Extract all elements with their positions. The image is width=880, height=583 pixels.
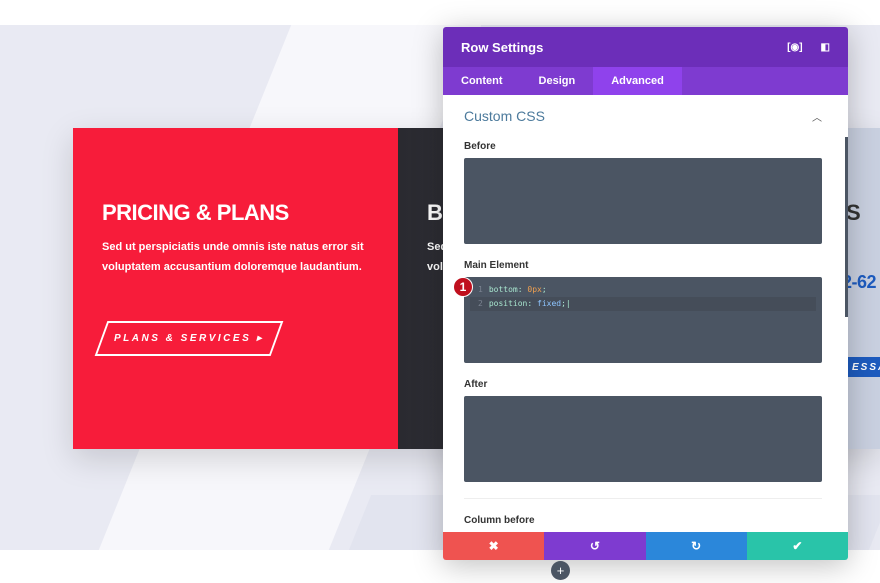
fullscreen-icon[interactable]: [◉]	[787, 42, 802, 53]
redo-button[interactable]: ↻	[645, 532, 747, 560]
custom-css-section-toggle[interactable]: Custom CSS ︿	[464, 95, 822, 137]
before-css-editor[interactable]	[464, 158, 822, 244]
css-property: position:	[488, 299, 533, 308]
pricing-title: PRICING & PLANS	[102, 200, 289, 225]
column-before-label: Column before	[464, 515, 535, 526]
text-line: Sed ut perspiciatis unde omnis iste natu…	[102, 241, 364, 253]
css-property: bottom:	[488, 285, 523, 294]
right-title: S	[846, 200, 861, 225]
before-label: Before	[464, 141, 496, 152]
line-number: 1	[478, 285, 483, 294]
main-element-label: Main Element	[464, 260, 529, 271]
main-element-css-editor[interactable]: 1 bottom: 0px; 2 position: fixed;|	[464, 277, 822, 363]
css-value: 0px	[527, 285, 542, 294]
sidebar-toggle-icon[interactable]: ◧	[821, 42, 830, 53]
undo-button[interactable]: ↺	[544, 532, 646, 560]
save-button[interactable]: ✔	[746, 532, 848, 560]
scrollbar[interactable]	[845, 137, 848, 317]
row-settings-modal: Row Settings [◉] ◧ Content Design Advanc…	[443, 27, 848, 560]
decor-shape	[98, 445, 372, 550]
step-badge: 1	[453, 277, 473, 297]
tab-content[interactable]: Content	[443, 67, 521, 95]
tab-advanced[interactable]: Advanced	[593, 67, 682, 95]
modal-footer: ✖ ↺ ↻ ✔	[443, 532, 848, 560]
section-title: Custom CSS	[464, 108, 545, 124]
second-title: B	[427, 200, 443, 225]
after-css-editor[interactable]	[464, 396, 822, 482]
button-label: PLANS & SERVICES ▸	[113, 333, 265, 344]
divider	[464, 498, 822, 499]
text-line: voluptatem accusantium doloremque laudan…	[102, 261, 362, 273]
line-number: 2	[478, 299, 483, 308]
pricing-column: PRICING & PLANS Sed ut perspiciatis unde…	[73, 128, 398, 449]
tab-design[interactable]: Design	[521, 67, 594, 95]
chevron-up-icon: ︿	[812, 112, 822, 124]
css-value: fixed	[537, 299, 562, 308]
add-row-button[interactable]: +	[551, 561, 570, 580]
modal-tabs: Content Design Advanced	[443, 67, 848, 95]
modal-title: Row Settings	[461, 39, 544, 55]
pricing-text: Sed ut perspiciatis unde omnis iste natu…	[102, 237, 364, 277]
after-label: After	[464, 379, 488, 390]
message-button[interactable]: ESSA	[848, 357, 880, 377]
cancel-button[interactable]: ✖	[443, 532, 545, 560]
plans-services-button[interactable]: PLANS & SERVICES ▸	[94, 321, 284, 356]
modal-header: Row Settings [◉] ◧	[443, 27, 848, 67]
